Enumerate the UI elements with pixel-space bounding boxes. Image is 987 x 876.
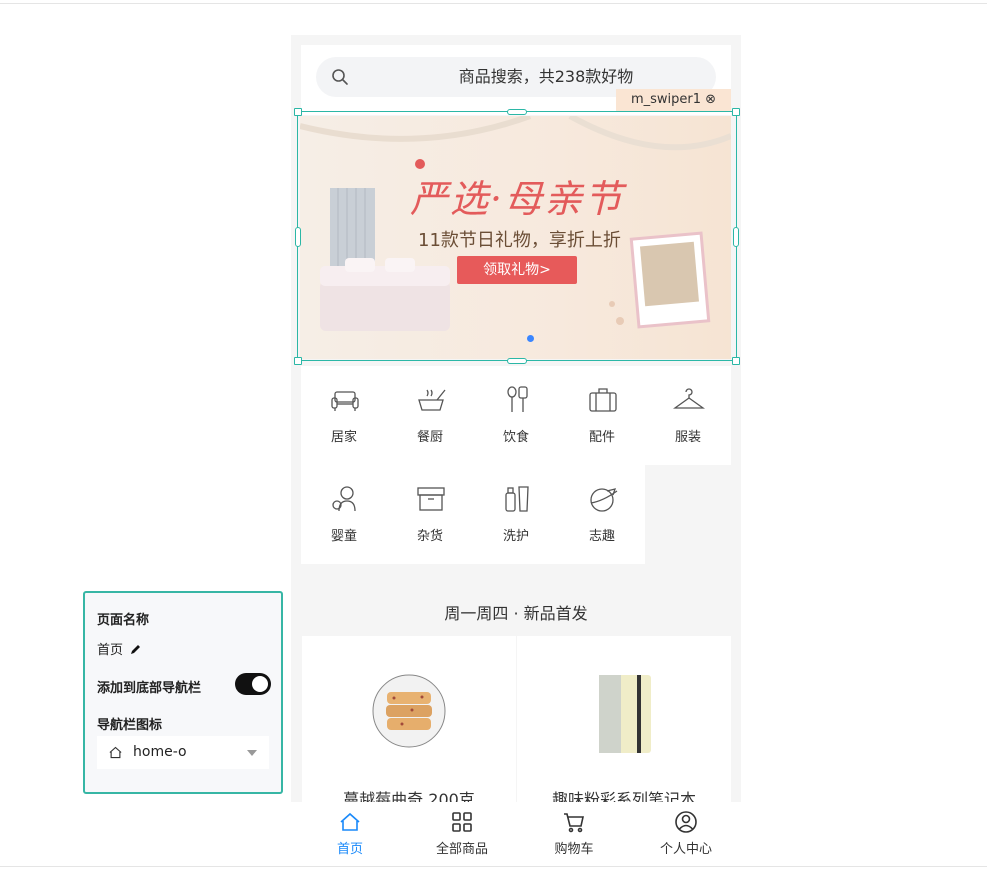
pot-icon — [418, 389, 446, 411]
user-icon — [675, 811, 697, 833]
category-item[interactable]: 饮食 — [473, 366, 559, 456]
bottom-tabbar: 首页 全部商品 购物车 个人中心 — [291, 802, 741, 864]
home-icon — [340, 812, 360, 831]
resize-handle-tl[interactable] — [294, 108, 302, 116]
resize-handle-left[interactable] — [295, 227, 301, 247]
tab-all-goods[interactable]: 全部商品 — [406, 802, 518, 864]
hanger-icon — [673, 388, 705, 409]
category-item[interactable]: 志趣 — [559, 465, 645, 555]
category-item[interactable]: 居家 — [301, 366, 387, 456]
category-label: 婴童 — [330, 529, 357, 544]
category-label: 餐厨 — [416, 430, 443, 445]
utensils-icon — [507, 386, 528, 412]
category-label: 志趣 — [588, 529, 615, 544]
page-name-value[interactable]: 首页 — [97, 639, 142, 658]
grid-icon — [452, 812, 472, 832]
add-to-nav-label: 添加到底部导航栏 — [97, 681, 202, 696]
nav-icon-value: home-o — [133, 744, 187, 760]
tab-cart[interactable]: 购物车 — [518, 802, 630, 864]
box-icon — [417, 487, 445, 511]
suitcase-icon — [589, 388, 617, 412]
resize-handle-top[interactable] — [507, 109, 527, 115]
category-label: 洗护 — [502, 529, 529, 544]
category-label: 杂货 — [416, 529, 443, 544]
baby-icon — [332, 486, 356, 512]
nav-icon-select[interactable]: home-o — [97, 736, 269, 769]
tab-home[interactable]: 首页 — [294, 802, 406, 864]
category-row-2: 婴童 杂货 洗护 志趣 — [301, 465, 645, 564]
category-item[interactable]: 洗护 — [473, 465, 559, 555]
tab-label: 购物车 — [554, 842, 594, 857]
resize-handle-bl[interactable] — [294, 357, 302, 365]
tab-profile[interactable]: 个人中心 — [630, 802, 742, 864]
notebook-image — [599, 675, 651, 753]
globe-icon — [590, 488, 618, 512]
page-settings-panel: 页面名称 首页 添加到底部导航栏 导航栏图标 home-o — [83, 591, 283, 794]
component-tag[interactable]: m_swiper1 ⊗ — [616, 89, 731, 111]
resize-handle-br[interactable] — [732, 357, 740, 365]
tab-label: 首页 — [336, 842, 363, 857]
category-item[interactable]: 服装 — [645, 366, 731, 456]
category-item[interactable]: 餐厨 — [387, 366, 473, 456]
nav-icon-label: 导航栏图标 — [97, 718, 163, 733]
category-item[interactable]: 婴童 — [301, 465, 387, 555]
goods-card[interactable]: 趣味粉彩系列笔记本 — [517, 636, 731, 809]
category-item[interactable]: 杂货 — [387, 465, 473, 555]
page-name-label: 页面名称 — [97, 613, 150, 628]
resize-handle-tr[interactable] — [732, 108, 740, 116]
section-title: 周一周四 · 新品首发 — [444, 604, 588, 623]
category-label: 服装 — [674, 430, 701, 445]
sofa-icon — [331, 391, 359, 411]
bottom-divider — [0, 866, 987, 867]
tab-label: 个人中心 — [659, 842, 712, 857]
search-icon — [332, 69, 348, 85]
tab-label: 全部商品 — [435, 842, 488, 857]
goods-card[interactable]: 蔓越莓曲奇 200克 — [302, 636, 516, 809]
category-label: 配件 — [588, 430, 615, 445]
chevron-down-icon — [247, 750, 257, 756]
top-divider — [0, 3, 987, 4]
category-label: 饮食 — [502, 430, 529, 445]
bottles-icon — [505, 486, 529, 512]
swiper-selection-frame[interactable] — [297, 111, 737, 361]
home-outline-icon — [109, 746, 122, 759]
resize-handle-right[interactable] — [733, 227, 739, 247]
add-to-nav-toggle[interactable] — [235, 673, 271, 695]
category-item[interactable]: 配件 — [559, 366, 645, 456]
category-row-1: 居家 餐厨 饮食 配件 服装 — [301, 366, 731, 465]
toggle-knob — [252, 676, 268, 692]
cart-icon — [564, 813, 584, 833]
resize-handle-bottom[interactable] — [507, 358, 527, 364]
page-name-text: 首页 — [97, 643, 124, 658]
pencil-icon[interactable] — [130, 643, 142, 655]
cookie-image — [372, 674, 446, 748]
category-label: 居家 — [330, 430, 357, 445]
